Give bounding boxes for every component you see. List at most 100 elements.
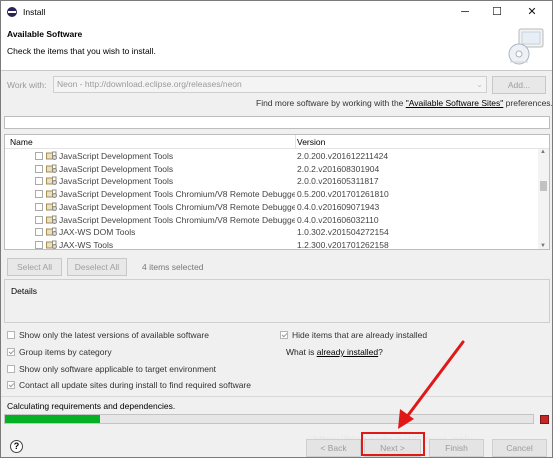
checkbox[interactable] [35, 190, 43, 199]
table-row[interactable]: JavaScript Development Tools Chromium/V8… [5, 214, 537, 227]
details-group: Details [4, 279, 550, 323]
option-target-env[interactable]: Show only software applicable to target … [7, 364, 216, 374]
row-version: 0.5.200.v201701261810 [297, 189, 389, 200]
back-button[interactable]: < Back [306, 439, 361, 457]
option-latest-only[interactable]: Show only the latest versions of availab… [7, 330, 209, 340]
what-is-suffix: ? [378, 347, 383, 357]
row-name: JAX-WS Tools [59, 239, 114, 250]
wizard-banner: Available Software Check the items that … [1, 22, 552, 71]
plugin-package-icon [46, 227, 57, 237]
eclipse-icon [7, 6, 17, 17]
row-version: 0.4.0.v201609071943 [297, 201, 380, 212]
divider [1, 396, 552, 397]
work-with-combo[interactable]: Neon - http://download.eclipse.org/relea… [53, 76, 487, 93]
checkbox[interactable] [35, 215, 43, 224]
column-header-name[interactable]: Name [10, 137, 33, 147]
scroll-up-icon[interactable]: ▲ [540, 149, 546, 155]
checkbox[interactable] [35, 177, 43, 186]
title-bar: Install ─ ☐ ✕ [1, 1, 552, 22]
checkbox[interactable] [7, 331, 15, 339]
row-name: JavaScript Development Tools [59, 151, 174, 161]
column-divider[interactable] [295, 135, 296, 149]
table-row[interactable]: JAX-WS Tools 1.2.300.v201701262158 [5, 239, 537, 250]
scroll-down-icon[interactable]: ▼ [540, 243, 546, 249]
progress-fill [5, 415, 101, 423]
plugin-package-icon [46, 164, 57, 173]
checkbox[interactable] [7, 365, 15, 373]
checkbox-checked[interactable] [7, 348, 15, 356]
row-name: JavaScript Development Tools [59, 176, 174, 187]
progress-bar [4, 414, 534, 424]
status-text: Calculating requirements and dependencie… [7, 401, 176, 411]
window-title: Install [23, 6, 46, 17]
stop-icon[interactable] [540, 415, 549, 424]
option-target-env-label: Show only software applicable to target … [19, 364, 217, 374]
checkbox[interactable] [35, 202, 43, 211]
plugin-package-icon [46, 176, 57, 186]
row-name: JavaScript Development Tools Chromium/V8… [59, 214, 295, 225]
install-software-icon [508, 28, 544, 65]
scrollbar-thumb[interactable] [540, 181, 547, 191]
maximize-button[interactable]: ☐ [482, 1, 512, 22]
find-more-suffix: preferences. [503, 98, 553, 108]
what-is-prefix: What is [286, 347, 317, 357]
row-version: 1.0.302.v201504272154 [297, 227, 389, 238]
table-row[interactable]: JavaScript Development Tools 2.0.0.v20160… [5, 175, 537, 188]
table-header: Name Version [5, 135, 549, 149]
checkbox-checked[interactable] [7, 381, 15, 389]
filter-input[interactable] [4, 116, 550, 129]
row-version: 1.2.300.v201701262158 [297, 239, 389, 250]
table-row[interactable]: JavaScript Development Tools 2.0.2.v20160… [5, 163, 537, 176]
install-dialog: Install ─ ☐ ✕ Available Software Check t… [0, 0, 553, 458]
details-label: Details [11, 286, 37, 296]
selected-count: 4 items selected [142, 262, 204, 272]
chevron-down-icon[interactable]: ⌄ [476, 77, 483, 92]
option-latest-only-label: Show only the latest versions of availab… [19, 330, 209, 340]
checkbox[interactable] [35, 228, 43, 237]
column-header-version[interactable]: Version [297, 137, 325, 147]
checkbox-checked[interactable] [280, 331, 288, 339]
vertical-scrollbar[interactable]: ▲ ▼ [538, 149, 549, 249]
plugin-package-icon [46, 215, 57, 224]
table-row[interactable]: JavaScript Development Tools Chromium/V8… [5, 188, 537, 201]
work-with-label: Work with: [7, 80, 47, 90]
available-sites-link[interactable]: "Available Software Sites" [406, 98, 504, 108]
plugin-package-icon [46, 151, 57, 160]
table-row[interactable]: JAX-WS DOM Tools 1.0.302.v201504272154 [5, 226, 537, 239]
page-title: Available Software [7, 29, 83, 39]
option-group-by-category[interactable]: Group items by category [7, 347, 112, 357]
checkbox[interactable] [35, 164, 43, 173]
row-version: 0.4.0.v201606032110 [297, 214, 379, 225]
add-site-button[interactable]: Add... [492, 76, 546, 94]
already-installed-link[interactable]: already installed [317, 347, 378, 357]
help-icon[interactable]: ? [10, 440, 23, 453]
annotation-highlight-box [361, 432, 425, 456]
select-all-button[interactable]: Select All [7, 258, 62, 276]
table-row[interactable]: JavaScript Development Tools Chromium/V8… [5, 201, 537, 214]
close-button[interactable]: ✕ [517, 1, 547, 22]
checkbox[interactable] [35, 240, 43, 249]
find-more-text: Find more software by working with the "… [256, 98, 553, 108]
find-more-prefix: Find more software by working with the [256, 98, 406, 108]
plugin-package-icon [46, 202, 57, 211]
row-name: JAX-WS DOM Tools [59, 227, 136, 238]
row-name: JavaScript Development Tools [59, 163, 174, 174]
row-version: 2.0.0.v201605311817 [297, 176, 379, 187]
option-hide-installed[interactable]: Hide items that are already installed [280, 330, 427, 340]
row-name: JavaScript Development Tools Chromium/V8… [59, 189, 295, 200]
option-group-by-category-label: Group items by category [19, 347, 112, 357]
deselect-all-button[interactable]: Deselect All [67, 258, 127, 276]
software-tree[interactable]: Name Version JavaScript Development Tool… [4, 134, 550, 250]
option-hide-installed-label: Hide items that are already installed [292, 330, 428, 340]
row-version: 2.0.2.v201608301904 [297, 163, 380, 174]
cancel-button[interactable]: Cancel [492, 439, 547, 457]
row-name: JavaScript Development Tools Chromium/V8… [59, 201, 295, 212]
option-contact-sites-label: Contact all update sites during install … [19, 380, 251, 390]
what-is-installed: What is already installed? [286, 347, 383, 357]
table-row[interactable]: JavaScript Development Tools 2.0.200.v201… [5, 150, 537, 163]
finish-button[interactable]: Finish [429, 439, 484, 457]
checkbox[interactable] [35, 152, 43, 160]
option-contact-sites[interactable]: Contact all update sites during install … [7, 380, 251, 390]
row-version: 2.0.200.v201612211424 [297, 151, 389, 161]
minimize-button[interactable]: ─ [450, 1, 480, 22]
